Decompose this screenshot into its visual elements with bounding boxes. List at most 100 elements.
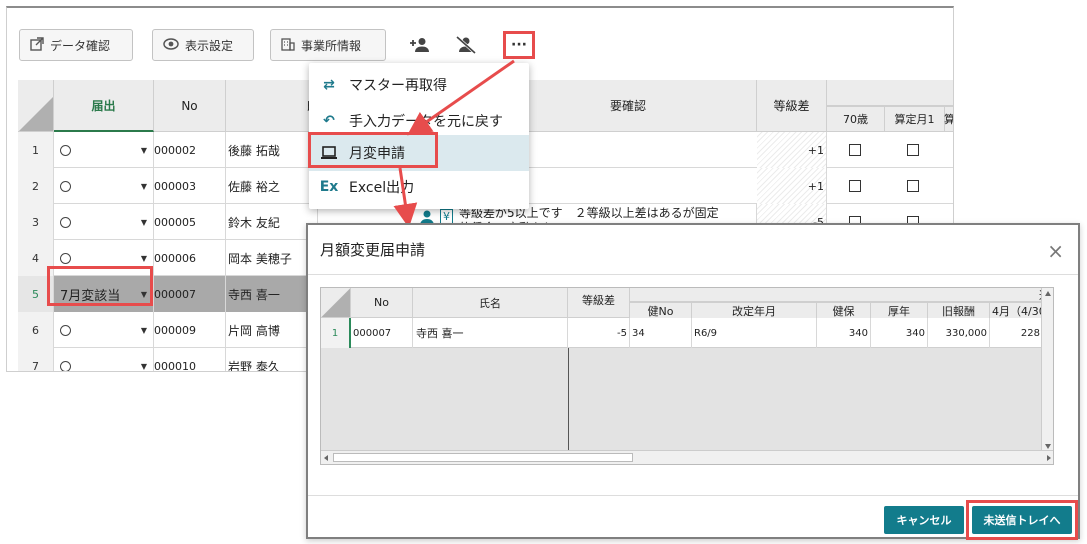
- dg-header-name[interactable]: 氏名: [413, 288, 568, 318]
- eye-icon: [163, 37, 179, 53]
- row-number: 7: [18, 348, 54, 371]
- dg-employee-no: 000007: [351, 318, 413, 348]
- employee-name: 岡本 美穂子: [226, 240, 318, 276]
- header-santei[interactable]: 算定月1: [885, 106, 945, 132]
- dg-header-kenno[interactable]: 健No: [630, 302, 692, 318]
- row-number: 6: [18, 312, 54, 348]
- todoke-select[interactable]: ▼: [54, 204, 154, 240]
- header-no[interactable]: No: [154, 80, 226, 132]
- dg-kounen: 340: [871, 318, 928, 348]
- employee-no: 000006: [154, 240, 226, 276]
- radio-icon: [60, 252, 71, 264]
- dg-row-number: 1: [321, 318, 351, 348]
- submit-highlight: [966, 500, 1078, 540]
- vertical-scrollbar[interactable]: [1041, 288, 1053, 452]
- row-number: 2: [18, 168, 54, 204]
- dialog-table-row[interactable]: 1 000007 寺西 喜一 -5 34 R6/9 340 340 330,00…: [321, 318, 1053, 348]
- excel-icon: Ex: [319, 179, 339, 195]
- tokyusa-value: +1: [757, 132, 827, 168]
- menu-item-excel-export[interactable]: Ex Excel出力: [309, 169, 529, 205]
- dg-kaitei: R6/9: [692, 318, 817, 348]
- data-check-button[interactable]: データ確認: [19, 29, 133, 61]
- dropdown-arrow-icon: ▼: [140, 181, 147, 191]
- frozen-divider: [568, 348, 569, 452]
- menu-item-master-refetch[interactable]: ⇄ マスター再取得: [309, 67, 529, 103]
- dropdown-arrow-icon: ▼: [140, 361, 147, 371]
- dg-header-kaitei[interactable]: 改定年月: [692, 302, 817, 318]
- getsuhen-dialog: 月額変更届申請 × No 氏名 等級差 通 健No 改定年月 健保 厚年 旧報酬…: [306, 223, 1080, 540]
- dg-april: 228: [990, 318, 1043, 348]
- employee-no: 000005: [154, 204, 226, 240]
- employee-no: 000003: [154, 168, 226, 204]
- radio-icon: [60, 180, 71, 192]
- more-icon: ···: [511, 37, 527, 53]
- tokyusa-value: +1: [757, 168, 827, 204]
- dg-tokyusa: -5: [568, 318, 630, 348]
- todoke-highlight: [47, 266, 153, 306]
- todoke-select[interactable]: ▼: [54, 348, 154, 371]
- header-last[interactable]: 算: [944, 106, 953, 132]
- age70-checkbox[interactable]: [849, 180, 861, 192]
- dg-header-kyuhoshu[interactable]: 旧報酬: [928, 302, 990, 318]
- refresh-icon: ⇄: [323, 77, 335, 93]
- header-age70[interactable]: 70歳: [827, 106, 885, 132]
- age70-checkbox[interactable]: [849, 144, 861, 156]
- remove-user-icon[interactable]: [453, 32, 479, 58]
- dropdown-arrow-icon: ▼: [140, 145, 147, 155]
- dialog-footer: キャンセル 未送信トレイへ: [308, 495, 1078, 540]
- employee-name: 岩野 泰久: [226, 348, 318, 371]
- radio-icon: [60, 144, 71, 156]
- yen-icon: ¥: [440, 209, 453, 224]
- display-settings-label: 表示設定: [185, 38, 234, 53]
- todoke-select[interactable]: ▼: [54, 312, 154, 348]
- office-info-label: 事業所情報: [301, 38, 362, 53]
- employee-name: 鈴木 友紀: [226, 204, 318, 240]
- external-link-icon: [30, 36, 44, 54]
- santei-checkbox[interactable]: [907, 180, 919, 192]
- todoke-select[interactable]: ▼: [54, 132, 154, 168]
- employee-name: 後藤 拓哉: [226, 132, 318, 168]
- employee-no: 000007: [154, 276, 226, 312]
- more-menu-button[interactable]: ···: [503, 31, 535, 59]
- radio-icon: [60, 360, 71, 371]
- header-group: [827, 80, 953, 106]
- dg-employee-name: 寺西 喜一: [413, 318, 568, 348]
- cancel-button[interactable]: キャンセル: [884, 506, 964, 534]
- dropdown-arrow-icon: ▼: [140, 217, 147, 227]
- row-number: 3: [18, 204, 54, 240]
- dialog-grid-corner: [321, 288, 351, 318]
- dialog-title: 月額変更届申請: [320, 241, 426, 259]
- undo-icon: ↶: [323, 113, 335, 129]
- employee-no: 000009: [154, 312, 226, 348]
- dg-header-tokyusa[interactable]: 等級差: [568, 288, 630, 318]
- dialog-grid: No 氏名 等級差 通 健No 改定年月 健保 厚年 旧報酬 4月（4/30 1…: [320, 287, 1054, 465]
- display-settings-button[interactable]: 表示設定: [152, 29, 254, 61]
- menu-item-label: 手入力データを元に戻す: [349, 114, 503, 130]
- building-icon: [281, 37, 295, 54]
- santei-checkbox[interactable]: [907, 144, 919, 156]
- header-todoke[interactable]: 届出: [54, 80, 154, 132]
- dg-kyuhoshu: 330,000: [928, 318, 990, 348]
- employee-name: 片岡 高博: [226, 312, 318, 348]
- todoke-select[interactable]: ▼: [54, 168, 154, 204]
- employee-name: 寺西 喜一: [226, 276, 318, 312]
- header-tokyusa[interactable]: 等級差: [757, 80, 827, 132]
- radio-icon: [60, 216, 71, 228]
- office-info-button[interactable]: 事業所情報: [270, 29, 386, 61]
- dg-header-tsu[interactable]: 通: [630, 288, 1053, 302]
- dropdown-arrow-icon: ▼: [140, 325, 147, 335]
- dg-header-kenpo[interactable]: 健保: [817, 302, 871, 318]
- data-check-label: データ確認: [50, 38, 111, 53]
- dg-header-no[interactable]: No: [351, 288, 413, 318]
- menu-highlight: [308, 132, 438, 168]
- dg-header-kounen[interactable]: 厚年: [871, 302, 928, 318]
- grid-corner: [18, 80, 54, 132]
- close-icon[interactable]: ×: [1047, 239, 1064, 263]
- dg-kenpo: 340: [817, 318, 871, 348]
- dropdown-arrow-icon: ▼: [140, 253, 147, 263]
- dg-kenno: 34: [630, 318, 692, 348]
- horizontal-scrollbar[interactable]: [321, 450, 1053, 464]
- employee-name: 佐藤 裕之: [226, 168, 318, 204]
- employee-no: 000010: [154, 348, 226, 371]
- add-user-icon[interactable]: [407, 32, 433, 58]
